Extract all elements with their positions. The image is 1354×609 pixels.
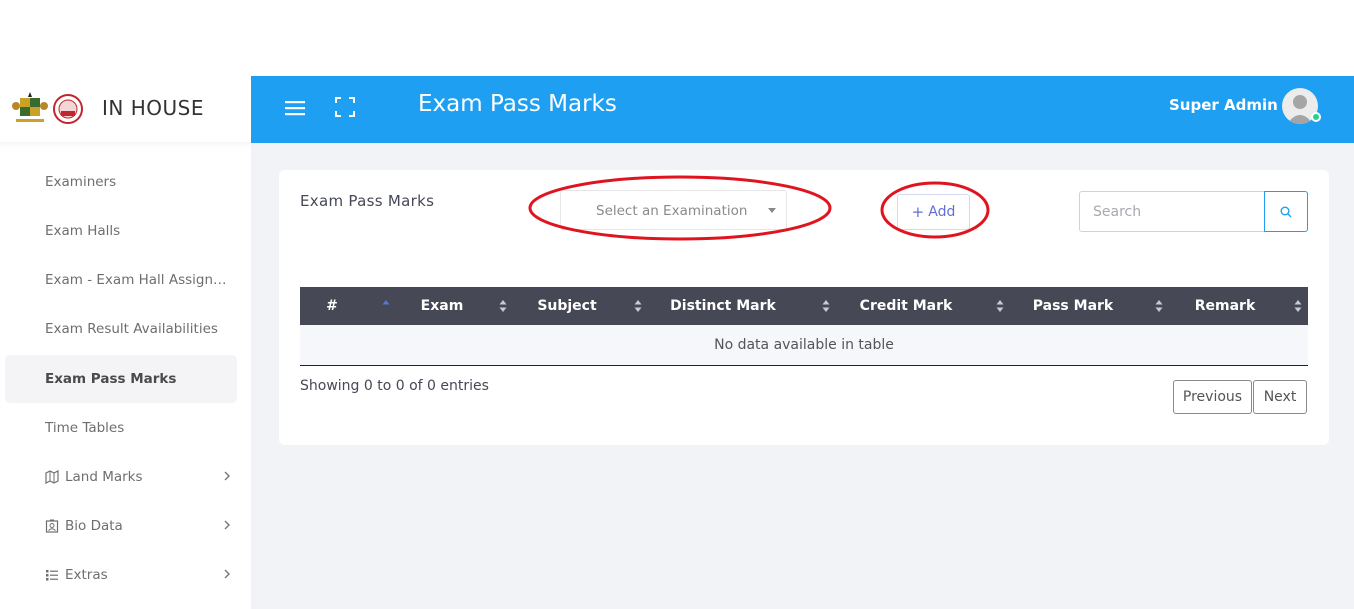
chevron-right-icon bbox=[224, 471, 230, 481]
sidebar-item-label: Exam - Exam Hall Assignm... bbox=[45, 272, 231, 288]
sidebar-item-exam-hall-assignment[interactable]: Exam - Exam Hall Assignm... bbox=[5, 256, 237, 304]
sidebar-item-exam-pass-marks[interactable]: Exam Pass Marks bbox=[5, 355, 237, 403]
table-header: # Exam Subject Distinct Mark Credit Mark… bbox=[300, 287, 1308, 325]
plus-icon: + bbox=[911, 203, 925, 221]
sort-icon bbox=[499, 300, 507, 312]
exam-select-value: Select an Examination bbox=[596, 203, 748, 219]
empty-table-message: No data available in table bbox=[714, 337, 894, 353]
column-header-distinct-mark[interactable]: Distinct Mark bbox=[654, 287, 792, 325]
column-label: Exam bbox=[420, 298, 464, 314]
sidebar-item-label: Extras bbox=[65, 567, 108, 583]
coat-of-arms-logo bbox=[12, 92, 48, 122]
online-status-dot bbox=[1311, 112, 1321, 122]
next-button-label: Next bbox=[1263, 389, 1297, 405]
column-label: Credit Mark bbox=[859, 298, 953, 314]
expand-icon[interactable] bbox=[335, 97, 355, 117]
hamburger-icon[interactable] bbox=[285, 99, 305, 117]
sidebar-item-extras[interactable]: Extras bbox=[5, 551, 237, 599]
brand-header: IN HOUSE bbox=[0, 76, 251, 142]
search-input[interactable] bbox=[1079, 191, 1265, 232]
sidebar-item-examiners[interactable]: Examiners bbox=[5, 158, 237, 206]
sidebar-item-label: Bio Data bbox=[65, 518, 123, 534]
user-name[interactable]: Super Admin bbox=[1169, 96, 1278, 114]
main-content: Exam Pass Marks Select an Examination + … bbox=[251, 143, 1354, 609]
sort-icon bbox=[1155, 300, 1163, 312]
column-header-credit-mark[interactable]: Credit Mark bbox=[840, 287, 972, 325]
sidebar: Examiners Exam Halls Exam - Exam Hall As… bbox=[0, 142, 251, 609]
page-title: Exam Pass Marks bbox=[418, 91, 617, 117]
sidebar-item-exam-result-availabilities[interactable]: Exam Result Availabilities bbox=[5, 305, 237, 353]
sort-icon bbox=[1294, 300, 1302, 312]
list-icon bbox=[46, 570, 58, 581]
exam-pass-marks-card: Exam Pass Marks Select an Examination + … bbox=[279, 170, 1329, 445]
sort-icon bbox=[996, 300, 1004, 312]
column-header-remark[interactable]: Remark bbox=[1172, 287, 1278, 325]
add-button[interactable]: + Add bbox=[897, 194, 970, 230]
sidebar-item-label: Exam Result Availabilities bbox=[45, 321, 218, 337]
chevron-right-icon bbox=[224, 569, 230, 579]
column-header-number[interactable]: # bbox=[300, 287, 364, 325]
sort-icon bbox=[822, 300, 830, 312]
sort-icon bbox=[634, 300, 642, 312]
column-label: Distinct Mark bbox=[670, 298, 776, 314]
exam-select[interactable]: Select an Examination bbox=[560, 190, 787, 230]
sidebar-item-label: Exam Pass Marks bbox=[45, 371, 177, 387]
caret-down-icon bbox=[768, 208, 776, 213]
card-title: Exam Pass Marks bbox=[300, 192, 435, 210]
sidebar-item-label: Exam Halls bbox=[45, 223, 121, 239]
column-header-exam[interactable]: Exam bbox=[399, 287, 485, 325]
column-header-subject[interactable]: Subject bbox=[518, 287, 616, 325]
add-button-label: Add bbox=[928, 204, 956, 220]
previous-button-label: Previous bbox=[1182, 389, 1243, 405]
sidebar-item-label: Land Marks bbox=[65, 469, 143, 485]
column-label: # bbox=[326, 298, 338, 314]
institution-seal-logo bbox=[53, 94, 83, 124]
sidebar-item-land-marks[interactable]: Land Marks bbox=[5, 453, 237, 501]
sidebar-item-label: Time Tables bbox=[45, 420, 125, 436]
search-icon bbox=[1280, 206, 1292, 217]
table-empty-row: No data available in table bbox=[300, 325, 1308, 366]
top-navbar: Exam Pass Marks Super Admin bbox=[251, 76, 1354, 143]
column-label: Subject bbox=[537, 298, 597, 314]
sidebar-item-exam-halls[interactable]: Exam Halls bbox=[5, 207, 237, 255]
id-badge-icon bbox=[45, 519, 59, 533]
chevron-right-icon bbox=[224, 520, 230, 530]
brand-name: IN HOUSE bbox=[102, 96, 204, 120]
column-label: Remark bbox=[1194, 298, 1256, 314]
map-icon bbox=[45, 470, 59, 484]
sidebar-item-bio-data[interactable]: Bio Data bbox=[5, 502, 237, 550]
search-button[interactable] bbox=[1264, 191, 1308, 232]
table-info: Showing 0 to 0 of 0 entries bbox=[300, 378, 489, 394]
next-button[interactable]: Next bbox=[1253, 380, 1307, 414]
column-header-pass-mark[interactable]: Pass Mark bbox=[1014, 287, 1132, 325]
column-label: Pass Mark bbox=[1032, 298, 1114, 314]
sidebar-item-time-tables[interactable]: Time Tables bbox=[5, 404, 237, 452]
previous-button[interactable]: Previous bbox=[1173, 380, 1252, 414]
sort-asc-icon bbox=[382, 300, 390, 305]
sidebar-item-label: Examiners bbox=[45, 174, 117, 190]
